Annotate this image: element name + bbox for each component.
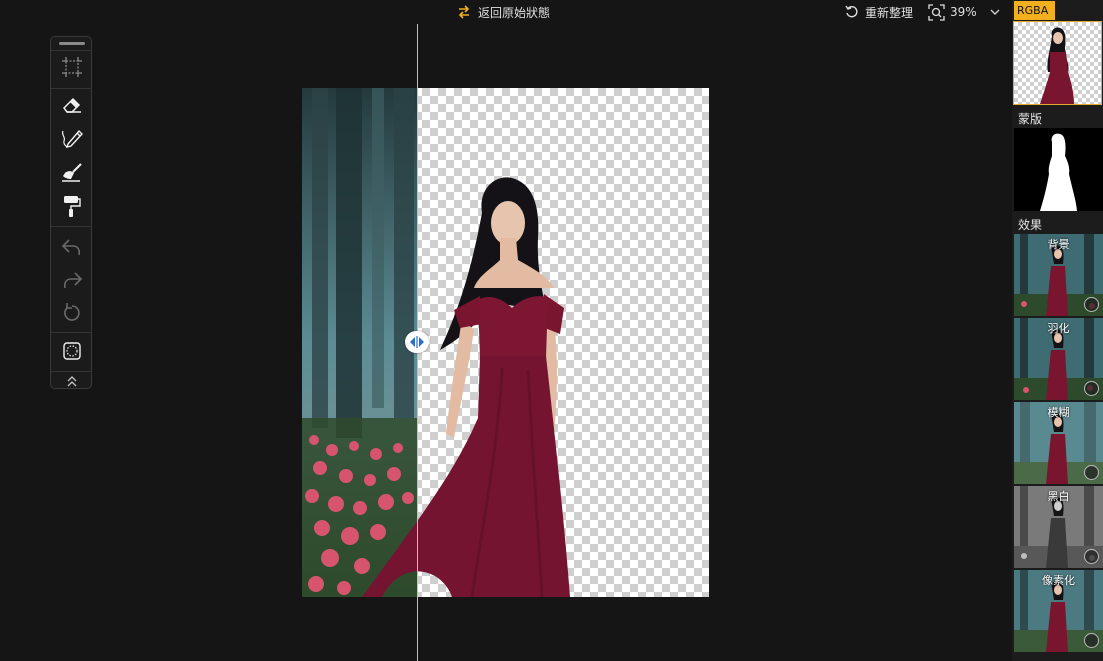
effect-toggle[interactable]: [1084, 633, 1099, 648]
rgba-preview-image: [1040, 27, 1074, 104]
zoom-dropdown-button[interactable]: [988, 4, 1002, 20]
effect-label: 黑白: [1047, 490, 1070, 503]
undo-button[interactable]: [57, 233, 87, 261]
chevron-down-icon: [990, 9, 1000, 15]
effect-label: 模糊: [1047, 406, 1070, 419]
split-arrows-icon: [410, 336, 424, 348]
drag-handle[interactable]: [59, 42, 85, 45]
comparison-slider-handle[interactable]: [405, 331, 429, 353]
paint-roller-icon: [64, 196, 81, 217]
transform-icon: [62, 57, 82, 77]
redo-icon: [63, 272, 83, 289]
effect-blur[interactable]: 模糊: [1014, 402, 1103, 484]
divider: [51, 88, 91, 89]
reset-button[interactable]: 重新整理: [845, 3, 913, 21]
eraser-icon: [63, 97, 81, 113]
reset-icon: [64, 303, 80, 321]
effect-toggle[interactable]: [1084, 549, 1099, 564]
tool-palette: [50, 36, 92, 389]
revert-label: 返回原始狀態: [478, 5, 551, 20]
effect-toggle[interactable]: [1084, 465, 1099, 480]
effect-pixelate[interactable]: 像素化: [1014, 570, 1103, 652]
image-canvas[interactable]: [302, 88, 709, 597]
effect-toggle[interactable]: [1084, 381, 1099, 396]
fill-tool-button[interactable]: [57, 192, 87, 220]
top-bar: 返回原始狀態 重新整理 39%: [0, 0, 1012, 24]
effects-section-label: 效果: [1018, 218, 1043, 232]
revert-to-original-button[interactable]: 返回原始狀態: [456, 3, 550, 21]
mask-silhouette-image: [1040, 133, 1077, 211]
swap-arrows-icon: [458, 5, 470, 19]
reset-label: 重新整理: [865, 5, 914, 20]
refresh-icon: [845, 5, 858, 18]
selection-tool-button[interactable]: [57, 337, 87, 365]
rgba-tab[interactable]: RGBA: [1014, 1, 1055, 20]
divider: [51, 226, 91, 227]
rgba-thumbnail[interactable]: [1013, 21, 1102, 105]
mask-thumbnail[interactable]: [1014, 128, 1103, 211]
zoom-value: 39%: [950, 5, 977, 19]
effect-toggle[interactable]: [1084, 297, 1099, 312]
effect-label: 背景: [1047, 238, 1070, 251]
divider: [51, 50, 91, 51]
collapse-toolbar-button[interactable]: [57, 373, 87, 389]
subject-cutout: [362, 177, 570, 597]
restore-brush-icon: [62, 163, 82, 182]
eraser-tool-button[interactable]: [57, 91, 87, 119]
effect-black-white[interactable]: 黑白: [1014, 486, 1103, 568]
reset-edits-button[interactable]: [57, 299, 87, 327]
mask-section-label: 蒙版: [1018, 112, 1043, 126]
effect-background[interactable]: 背景: [1014, 234, 1103, 316]
effect-feather[interactable]: 羽化: [1014, 318, 1103, 400]
undo-icon: [61, 239, 81, 256]
transform-tool-button[interactable]: [57, 53, 87, 81]
effect-label: 像素化: [1042, 574, 1075, 587]
restore-tool-button[interactable]: [57, 158, 87, 186]
divider: [51, 371, 91, 372]
effect-label: 羽化: [1047, 322, 1070, 335]
divider: [51, 332, 91, 333]
zoom-fit-icon: [928, 3, 945, 21]
redo-button[interactable]: [57, 266, 87, 294]
pencil-brush-icon: [61, 129, 83, 148]
collapse-icon: [67, 376, 77, 387]
selection-icon: [63, 342, 81, 360]
brush-tool-button[interactable]: [57, 124, 87, 152]
zoom-control[interactable]: 39%: [928, 3, 977, 21]
